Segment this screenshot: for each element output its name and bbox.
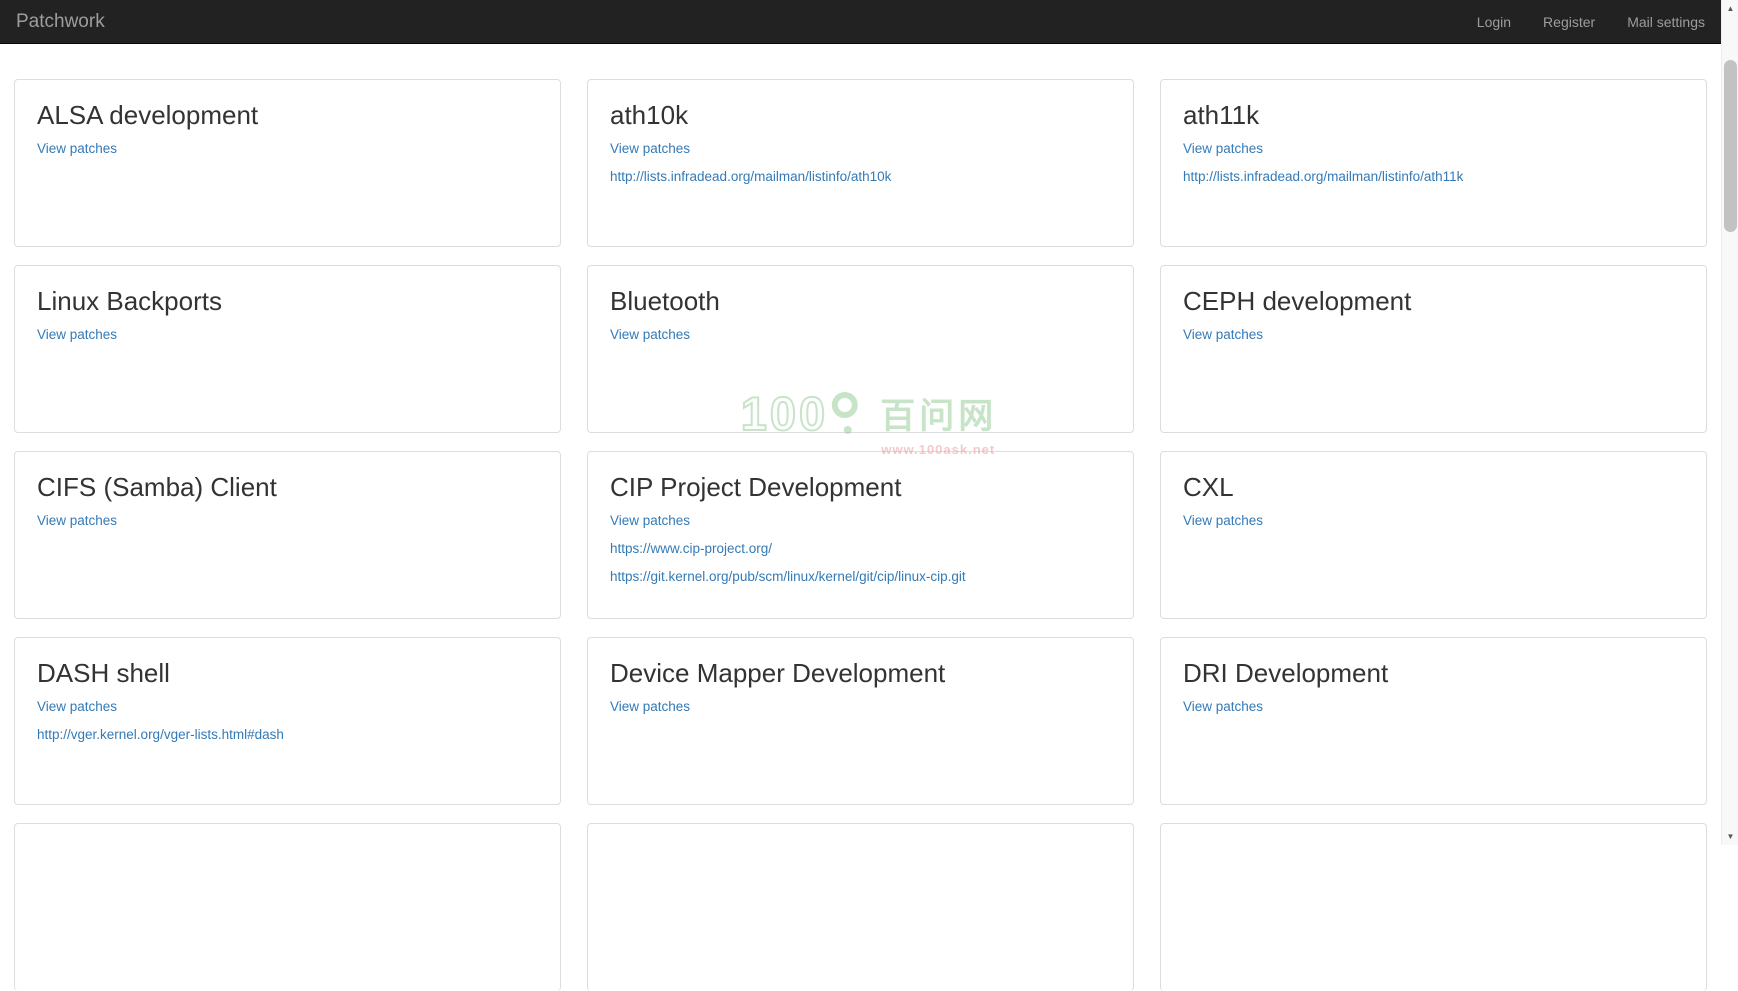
project-title: ALSA development <box>37 100 538 131</box>
project-card: Bluetooth View patches <box>587 265 1134 433</box>
project-title: ath10k <box>610 100 1111 131</box>
view-patches-link[interactable]: View patches <box>610 327 690 342</box>
project-url-link[interactable]: http://lists.infradead.org/mailman/listi… <box>1183 169 1463 184</box>
navbar: Patchwork Login Register Mail settings <box>0 0 1721 44</box>
scrollbar-thumb[interactable] <box>1724 60 1737 232</box>
project-title: CIFS (Samba) Client <box>37 472 538 503</box>
register-link[interactable]: Register <box>1543 14 1595 30</box>
project-title: CXL <box>1183 472 1684 503</box>
project-url-link[interactable]: https://git.kernel.org/pub/scm/linux/ker… <box>610 569 966 584</box>
project-title: CIP Project Development <box>610 472 1111 503</box>
view-patches-link[interactable]: View patches <box>1183 513 1263 528</box>
project-card: DASH shell View patches http://vger.kern… <box>14 637 561 805</box>
project-card: Linux Backports View patches <box>14 265 561 433</box>
view-patches-link[interactable]: View patches <box>37 699 117 714</box>
view-patches-link[interactable]: View patches <box>1183 699 1263 714</box>
project-url-link[interactable]: http://vger.kernel.org/vger-lists.html#d… <box>37 727 284 742</box>
view-patches-link[interactable]: View patches <box>610 699 690 714</box>
project-title: Device Mapper Development <box>610 658 1111 689</box>
project-card-partial <box>1160 823 1707 991</box>
project-title: DRI Development <box>1183 658 1684 689</box>
scroll-up-icon[interactable]: ▲ <box>1722 0 1738 17</box>
project-card: ath11k View patches http://lists.infrade… <box>1160 79 1707 247</box>
project-title: ath11k <box>1183 100 1684 131</box>
project-card: ath10k View patches http://lists.infrade… <box>587 79 1134 247</box>
project-url-link[interactable]: http://lists.infradead.org/mailman/listi… <box>610 169 891 184</box>
brand-link[interactable]: Patchwork <box>16 11 105 33</box>
project-card: Device Mapper Development View patches <box>587 637 1134 805</box>
project-title: Linux Backports <box>37 286 538 317</box>
project-url-link[interactable]: https://www.cip-project.org/ <box>610 541 772 556</box>
project-title: Bluetooth <box>610 286 1111 317</box>
project-card: ALSA development View patches <box>14 79 561 247</box>
scroll-down-icon[interactable]: ▼ <box>1722 828 1738 845</box>
project-card: CIFS (Samba) Client View patches <box>14 451 561 619</box>
project-title: DASH shell <box>37 658 538 689</box>
project-card: CEPH development View patches <box>1160 265 1707 433</box>
main-content: ALSA development View patches ath10k Vie… <box>14 79 1707 991</box>
view-patches-link[interactable]: View patches <box>610 513 690 528</box>
projects-grid: ALSA development View patches ath10k Vie… <box>14 79 1707 991</box>
project-card: DRI Development View patches <box>1160 637 1707 805</box>
view-patches-link[interactable]: View patches <box>37 327 117 342</box>
vertical-scrollbar[interactable]: ▲ ▼ <box>1721 0 1738 845</box>
view-patches-link[interactable]: View patches <box>37 141 117 156</box>
project-title: CEPH development <box>1183 286 1684 317</box>
project-card: CXL View patches <box>1160 451 1707 619</box>
view-patches-link[interactable]: View patches <box>1183 327 1263 342</box>
view-patches-link[interactable]: View patches <box>37 513 117 528</box>
view-patches-link[interactable]: View patches <box>1183 141 1263 156</box>
navbar-links: Login Register Mail settings <box>1477 14 1705 30</box>
project-card: CIP Project Development View patches htt… <box>587 451 1134 619</box>
project-card-partial <box>587 823 1134 991</box>
project-card-partial <box>14 823 561 991</box>
mail-settings-link[interactable]: Mail settings <box>1627 14 1705 30</box>
login-link[interactable]: Login <box>1477 14 1511 30</box>
view-patches-link[interactable]: View patches <box>610 141 690 156</box>
